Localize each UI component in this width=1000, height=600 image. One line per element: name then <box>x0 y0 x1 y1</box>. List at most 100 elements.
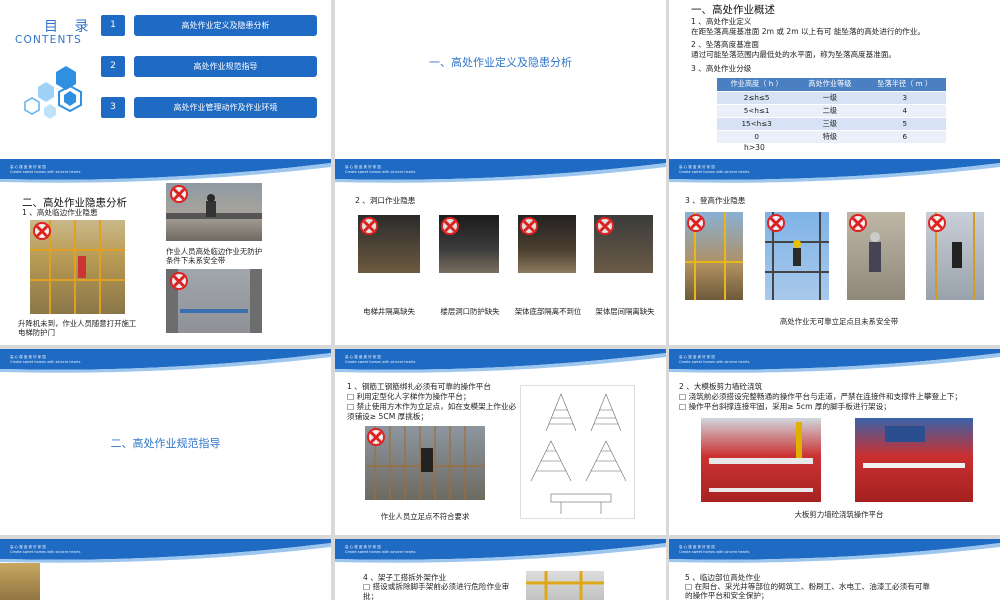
scaffold-p2: □ 搭设或拆除脚手架前必须进行危险作业审批； <box>363 582 510 600</box>
table-cell: 特级 <box>796 129 864 143</box>
slide-banner: 高 心 楼 盘 美 好 家 园 Create sweet homes with s… <box>0 539 331 567</box>
slide-5-openings[interactable]: 高 心 楼 盘 美 好 家 园 Create sweet homes with s… <box>335 159 666 345</box>
table-cell: 0 <box>717 129 797 143</box>
toc-item-2[interactable]: 高处作业规范指导 <box>134 56 317 77</box>
slide-banner: 高 心 楼 盘 美 好 家 园 Create sweet homes with s… <box>669 539 1000 567</box>
toc-num-1: 1 <box>101 15 125 36</box>
table-cell: 一级 <box>796 90 864 104</box>
scaffold-photo <box>526 571 604 600</box>
prohibited-icon <box>520 217 538 235</box>
ladder-diagram <box>520 385 635 519</box>
slide-8-rebar[interactable]: 高 心 楼 盘 美 好 家 园 Create sweet homes with s… <box>335 349 666 535</box>
opening-caption-2: 楼层洞口防护缺失 <box>440 307 500 316</box>
toc-num-2: 2 <box>101 56 125 77</box>
slide-9-formwork[interactable]: 高 心 楼 盘 美 好 家 园 Create sweet homes with s… <box>669 349 1000 535</box>
table-cell: 3 <box>863 90 946 104</box>
formwork-photo-1 <box>701 418 821 502</box>
prohibited-icon <box>33 222 51 240</box>
table-row: 15<h≤3 三级 5 <box>717 116 946 130</box>
banner-line2: Create sweet homes with sincere hearts <box>679 169 750 174</box>
banner-line2: Create sweet homes with sincere hearts <box>345 549 416 554</box>
prohibited-icon <box>170 185 188 203</box>
banner-line2: Create sweet homes with sincere hearts <box>10 549 81 554</box>
toc-title: 目 录 <box>44 19 95 35</box>
table-cell: 5 <box>863 116 946 130</box>
hexagon-decoration-icon <box>24 66 82 119</box>
slide-6-climbing[interactable]: 高 心 楼 盘 美 好 家 园 Create sweet homes with s… <box>669 159 1000 345</box>
table-cell: 5<h≤1 <box>717 103 797 117</box>
overview-p2-title: 2 、坠落高度基准面 <box>691 40 759 49</box>
slide-banner: 高 心 楼 盘 美 好 家 园 Create sweet homes with s… <box>669 349 1000 377</box>
toc-item-1[interactable]: 高处作业定义及隐患分析 <box>134 15 317 36</box>
table-header: 作业高度（ h ） <box>717 78 797 91</box>
slide-banner: 高 心 楼 盘 美 好 家 园 Create sweet homes with s… <box>335 539 666 567</box>
formwork-p2: □ 浇筑前必须搭设完整畅通的操作平台与走道，严禁在连接件和支撑件上攀登上下； <box>679 392 962 401</box>
prohibited-icon <box>928 214 946 232</box>
table-cell: 15<h≤3 <box>717 116 797 130</box>
rebar-caption: 作业人员立足点不符合要求 <box>380 512 470 521</box>
slide-banner: 高 心 楼 盘 美 好 家 园 Create sweet homes with s… <box>0 349 331 377</box>
table-cell: 二级 <box>796 103 864 117</box>
banner-line2: Create sweet homes with sincere hearts <box>679 549 750 554</box>
table-cell: 2≤h≤5 <box>717 90 797 104</box>
table-cell: 4 <box>863 103 946 117</box>
slide-banner: 高 心 楼 盘 美 好 家 园 Create sweet homes with s… <box>669 159 1000 187</box>
slide-12-edge[interactable]: 高 心 楼 盘 美 好 家 园 Create sweet homes with s… <box>669 539 1000 600</box>
banner-line2: Create sweet homes with sincere hearts <box>679 359 750 364</box>
overview-p2-text: 通过可能坠落范围内最低处的水平面，称为坠落高度基准面。 <box>691 50 897 59</box>
hazards-subheading: 1 、高处临边作业隐患 <box>22 208 98 217</box>
slide-7-section-title[interactable]: 高 心 楼 盘 美 好 家 园 Create sweet homes with s… <box>0 349 331 535</box>
banner-line2: Create sweet homes with sincere hearts <box>10 359 81 364</box>
formwork-caption: 大板剪力墙砼浇筑操作平台 <box>794 510 884 519</box>
prohibited-icon <box>170 272 188 290</box>
table-row: 0 特级 6 <box>717 129 946 143</box>
section-1-title: 一、高处作业定义及隐患分析 <box>429 56 572 69</box>
banner-line2: Create sweet homes with sincere hearts <box>345 169 416 174</box>
table-cell: 6 <box>863 129 946 143</box>
banner-line2: Create sweet homes with sincere hearts <box>345 359 416 364</box>
opening-caption-4: 架体层间隔离缺失 <box>595 307 655 316</box>
table-row: 5<h≤1 二级 4 <box>717 103 946 117</box>
height-grade-table: 作业高度（ h ） 高处作业等级 坠落半径（ m ） 2≤h≤5 一级 3 5<… <box>717 78 946 143</box>
slide-4-hazards[interactable]: 高 心 楼 盘 美 好 家 园 Create sweet homes with s… <box>0 159 331 345</box>
overview-p3-title: 3 、高处作业分级 <box>691 64 752 73</box>
toc-num-3: 3 <box>101 97 125 118</box>
partial-photo <box>0 563 40 600</box>
overview-p1-title: 1 、高处作业定义 <box>691 17 752 26</box>
prohibited-icon <box>849 214 867 232</box>
banner-line2: Create sweet homes with sincere hearts <box>10 169 81 174</box>
table-extra-text: h>30 <box>744 143 765 152</box>
formwork-photo-2 <box>855 418 973 502</box>
formwork-p3: □ 操作平台斜撑连接牢固，采用≥ 5cm 厚的脚手板进行架设； <box>679 402 891 411</box>
slide-11-scaffold[interactable]: 高 心 楼 盘 美 好 家 园 Create sweet homes with s… <box>335 539 666 600</box>
table-cell: 三级 <box>796 116 864 130</box>
rebar-p2: □ 利用定型化人字梯作为操作平台； <box>347 392 471 401</box>
prohibited-icon <box>596 217 614 235</box>
prohibited-icon <box>687 214 705 232</box>
section-2-title: 二、高处作业规范指导 <box>110 437 221 450</box>
rebar-p3: □ 禁止使用方木作为立足点，如在支模架上作业必须铺设≥ 5CM 厚挑板； <box>347 402 517 421</box>
openings-subheading: 2 、洞口作业隐患 <box>355 196 416 205</box>
slide-banner: 高 心 楼 盘 美 好 家 园 Create sweet homes with s… <box>335 349 666 377</box>
toc-item-3[interactable]: 高处作业管理动作及作业环境 <box>134 97 317 118</box>
table-row: 2≤h≤5 一级 3 <box>717 90 946 104</box>
climbing-subheading: 3 、登高作业隐患 <box>685 196 746 205</box>
slide-banner: 高 心 楼 盘 美 好 家 园 Create sweet homes with s… <box>335 159 666 187</box>
climbing-caption: 高处作业无可靠立足点且未系安全带 <box>779 317 899 326</box>
slide-10-partial[interactable]: 高 心 楼 盘 美 好 家 园 Create sweet homes with s… <box>0 539 331 600</box>
table-header: 高处作业等级 <box>796 78 864 91</box>
hazard-caption-left: 升降机未到，作业人员随意打开施工电梯防护门 <box>18 319 137 337</box>
opening-caption-3: 架体底部隔离不到位 <box>514 307 582 316</box>
formwork-p1: 2 、大模板剪力墙砼浇筑 <box>679 382 763 391</box>
opening-caption-1: 电梯井隔离缺失 <box>363 307 415 316</box>
prohibited-icon <box>767 214 785 232</box>
overview-heading: 一、高处作业概述 <box>691 4 775 16</box>
prohibited-icon <box>367 428 385 446</box>
edge-p3: 的操作平台和安全保护； <box>685 591 769 600</box>
rebar-p1: 1 、钢筋工钢筋绑扎必须有可靠的操作平台 <box>347 382 491 391</box>
prohibited-icon <box>441 217 459 235</box>
hazard-caption-right: 作业人员高处临边作业无防护条件下未系安全带 <box>166 247 263 265</box>
table-header: 坠落半径（ m ） <box>863 78 946 91</box>
slide-thumbnail-grid: 目 录 CONTENTS 1 高处作业定义及隐患分析 2 高处作业规范指导 3 … <box>0 0 1000 600</box>
toc-subtitle: CONTENTS <box>15 34 83 46</box>
